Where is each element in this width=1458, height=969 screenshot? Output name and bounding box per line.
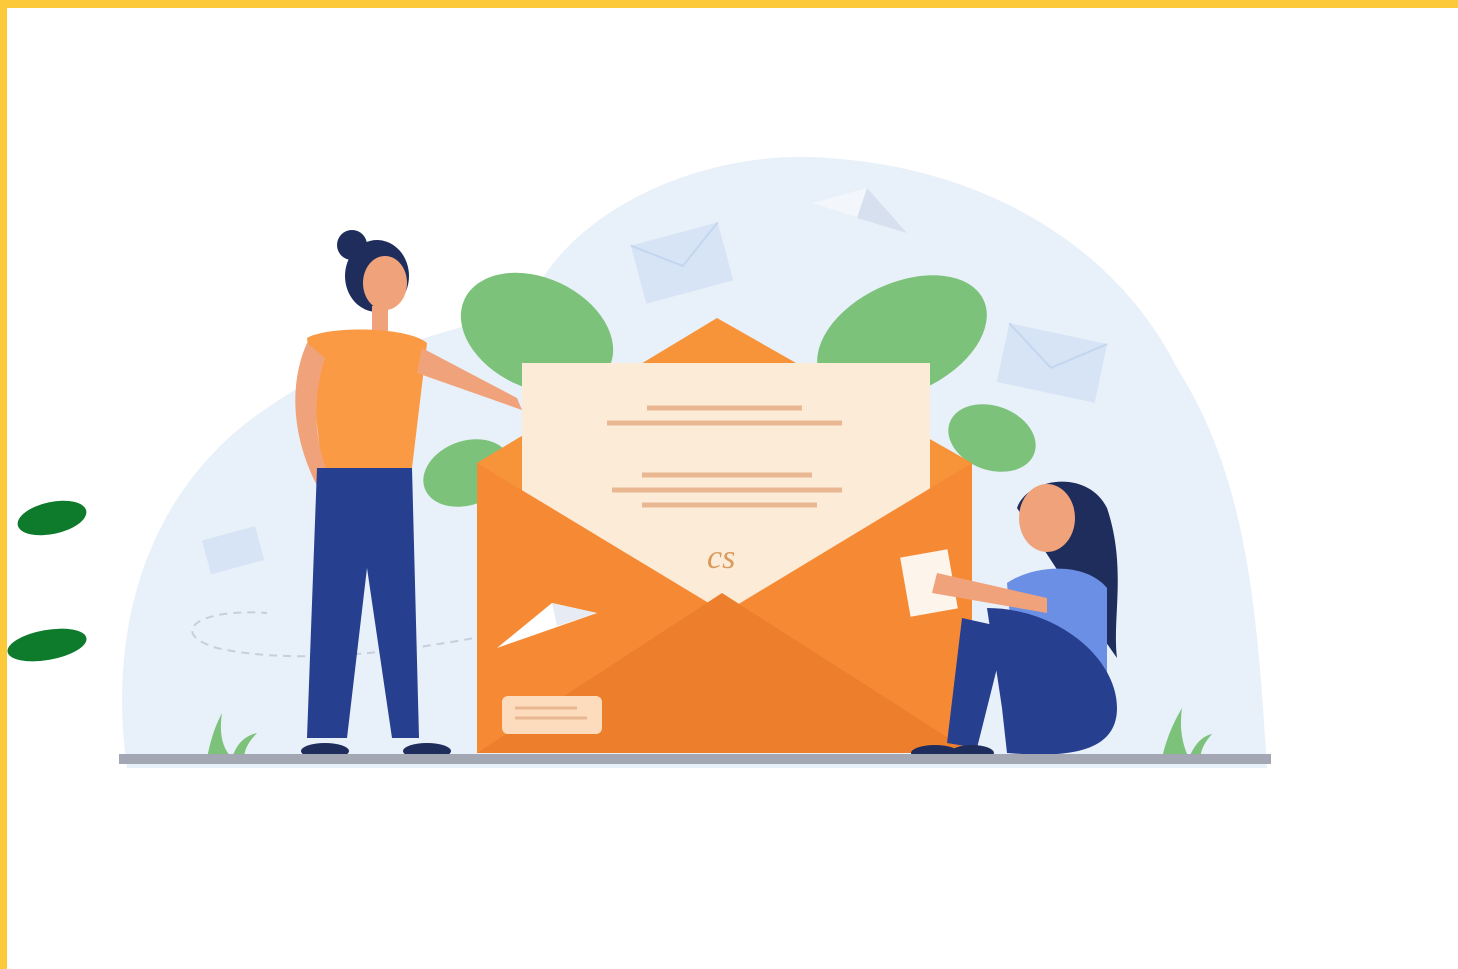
address-label (502, 696, 602, 734)
envelope-icon: cs (477, 318, 972, 753)
signature-text: cs (707, 539, 735, 576)
ground-line (119, 754, 1271, 764)
accent-leaf-icon (17, 500, 87, 536)
mail-illustration: cs (7, 156, 1271, 769)
accent-leaf-icon (7, 628, 87, 662)
page-frame: cs (0, 0, 1458, 969)
